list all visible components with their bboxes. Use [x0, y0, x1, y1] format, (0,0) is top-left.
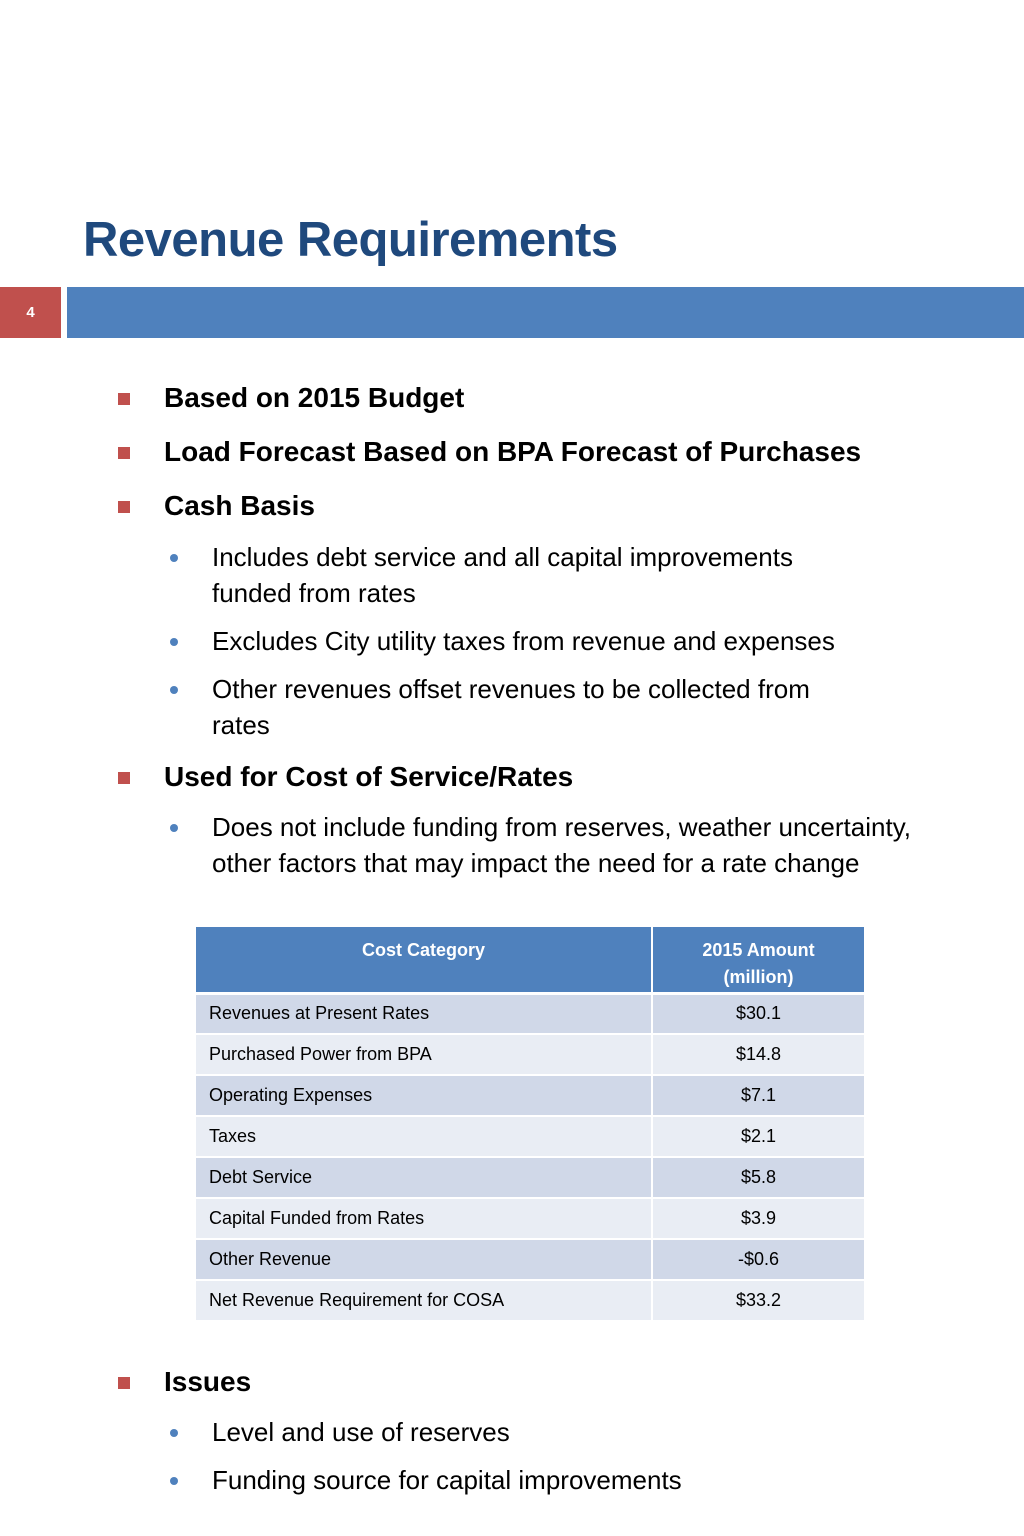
- cell-category: Capital Funded from Rates: [196, 1198, 653, 1240]
- dot-bullet-icon: [170, 1429, 178, 1437]
- bullet-text: Excludes City utility taxes from revenue…: [212, 626, 835, 656]
- page-number-badge: 4: [0, 287, 61, 338]
- cell-category: Purchased Power from BPA: [196, 1034, 653, 1076]
- bullet-load-forecast: Load Forecast Based on BPA Forecast of P…: [118, 434, 861, 470]
- cell-amount: -$0.6: [652, 1239, 864, 1281]
- cell-amount: $7.1: [652, 1075, 864, 1117]
- bullet-cost-of-service: Used for Cost of Service/Rates: [118, 759, 573, 795]
- cell-amount: $33.2: [652, 1280, 864, 1322]
- bullet-text: Includes debt service and all capital im…: [212, 542, 793, 608]
- cell-category: Debt Service: [196, 1157, 653, 1199]
- table-header-row: Cost Category 2015 Amount (million): [196, 927, 864, 995]
- sub-bullet-utility-taxes: Excludes City utility taxes from revenue…: [170, 623, 910, 659]
- page-title: Revenue Requirements: [83, 213, 618, 267]
- dot-bullet-icon: [170, 686, 178, 694]
- cell-amount: $2.1: [652, 1116, 864, 1158]
- cell-amount: $3.9: [652, 1198, 864, 1240]
- dot-bullet-icon: [170, 554, 178, 562]
- bullet-text: Does not include funding from reserves, …: [212, 812, 911, 878]
- bullet-text: Based on 2015 Budget: [164, 382, 465, 413]
- bullet-text: Cash Basis: [164, 490, 315, 521]
- cell-category: Other Revenue: [196, 1239, 653, 1281]
- cell-amount: $30.1: [652, 993, 864, 1035]
- square-bullet-icon: [118, 393, 130, 405]
- table-row: Operating Expenses $7.1: [196, 1075, 864, 1117]
- sub-bullet-debt-service: Includes debt service and all capital im…: [170, 539, 850, 611]
- sub-bullet-reserves-funding: Does not include funding from reserves, …: [170, 809, 930, 881]
- sub-bullet-capital-funding: Funding source for capital improvements: [170, 1462, 870, 1498]
- dot-bullet-icon: [170, 824, 178, 832]
- cell-category: Revenues at Present Rates: [196, 993, 653, 1035]
- table-row: Net Revenue Requirement for COSA $33.2: [196, 1280, 864, 1322]
- table-row: Debt Service $5.8: [196, 1157, 864, 1199]
- bullet-text: Load Forecast Based on BPA Forecast of P…: [164, 436, 862, 467]
- dot-bullet-icon: [170, 1477, 178, 1485]
- cell-amount: $14.8: [652, 1034, 864, 1076]
- cell-category: Net Revenue Requirement for COSA: [196, 1280, 653, 1322]
- header-cost-category: Cost Category: [196, 927, 653, 995]
- square-bullet-icon: [118, 772, 130, 784]
- bullet-text: Other revenues offset revenues to be col…: [212, 674, 810, 740]
- sub-bullet-other-revenues: Other revenues offset revenues to be col…: [170, 671, 870, 743]
- revenue-table: Cost Category 2015 Amount (million) Reve…: [196, 927, 864, 1322]
- cell-amount: $5.8: [652, 1157, 864, 1199]
- square-bullet-icon: [118, 501, 130, 513]
- table-row: Taxes $2.1: [196, 1116, 864, 1158]
- cell-category: Taxes: [196, 1116, 653, 1158]
- bullet-text: Used for Cost of Service/Rates: [164, 761, 574, 792]
- table-row: Purchased Power from BPA $14.8: [196, 1034, 864, 1076]
- header-2015-amount: 2015 Amount (million): [652, 927, 864, 995]
- title-bar: [67, 287, 1024, 338]
- square-bullet-icon: [118, 447, 130, 459]
- bullet-text: Level and use of reserves: [212, 1417, 510, 1447]
- sub-bullet-reserves-level: Level and use of reserves: [170, 1414, 870, 1450]
- dot-bullet-icon: [170, 638, 178, 646]
- table-row: Capital Funded from Rates $3.9: [196, 1198, 864, 1240]
- header-2015-amount-text: 2015 Amount (million): [702, 940, 815, 987]
- cell-category: Operating Expenses: [196, 1075, 653, 1117]
- bullet-issues: Issues: [118, 1364, 251, 1400]
- bullet-cash-basis: Cash Basis: [118, 488, 315, 524]
- bullet-text: Issues: [164, 1366, 252, 1397]
- bullet-text: Funding source for capital improvements: [212, 1465, 682, 1495]
- square-bullet-icon: [118, 1377, 130, 1389]
- table-row: Other Revenue -$0.6: [196, 1239, 864, 1281]
- table-row: Revenues at Present Rates $30.1: [196, 993, 864, 1035]
- bullet-budget: Based on 2015 Budget: [118, 380, 464, 416]
